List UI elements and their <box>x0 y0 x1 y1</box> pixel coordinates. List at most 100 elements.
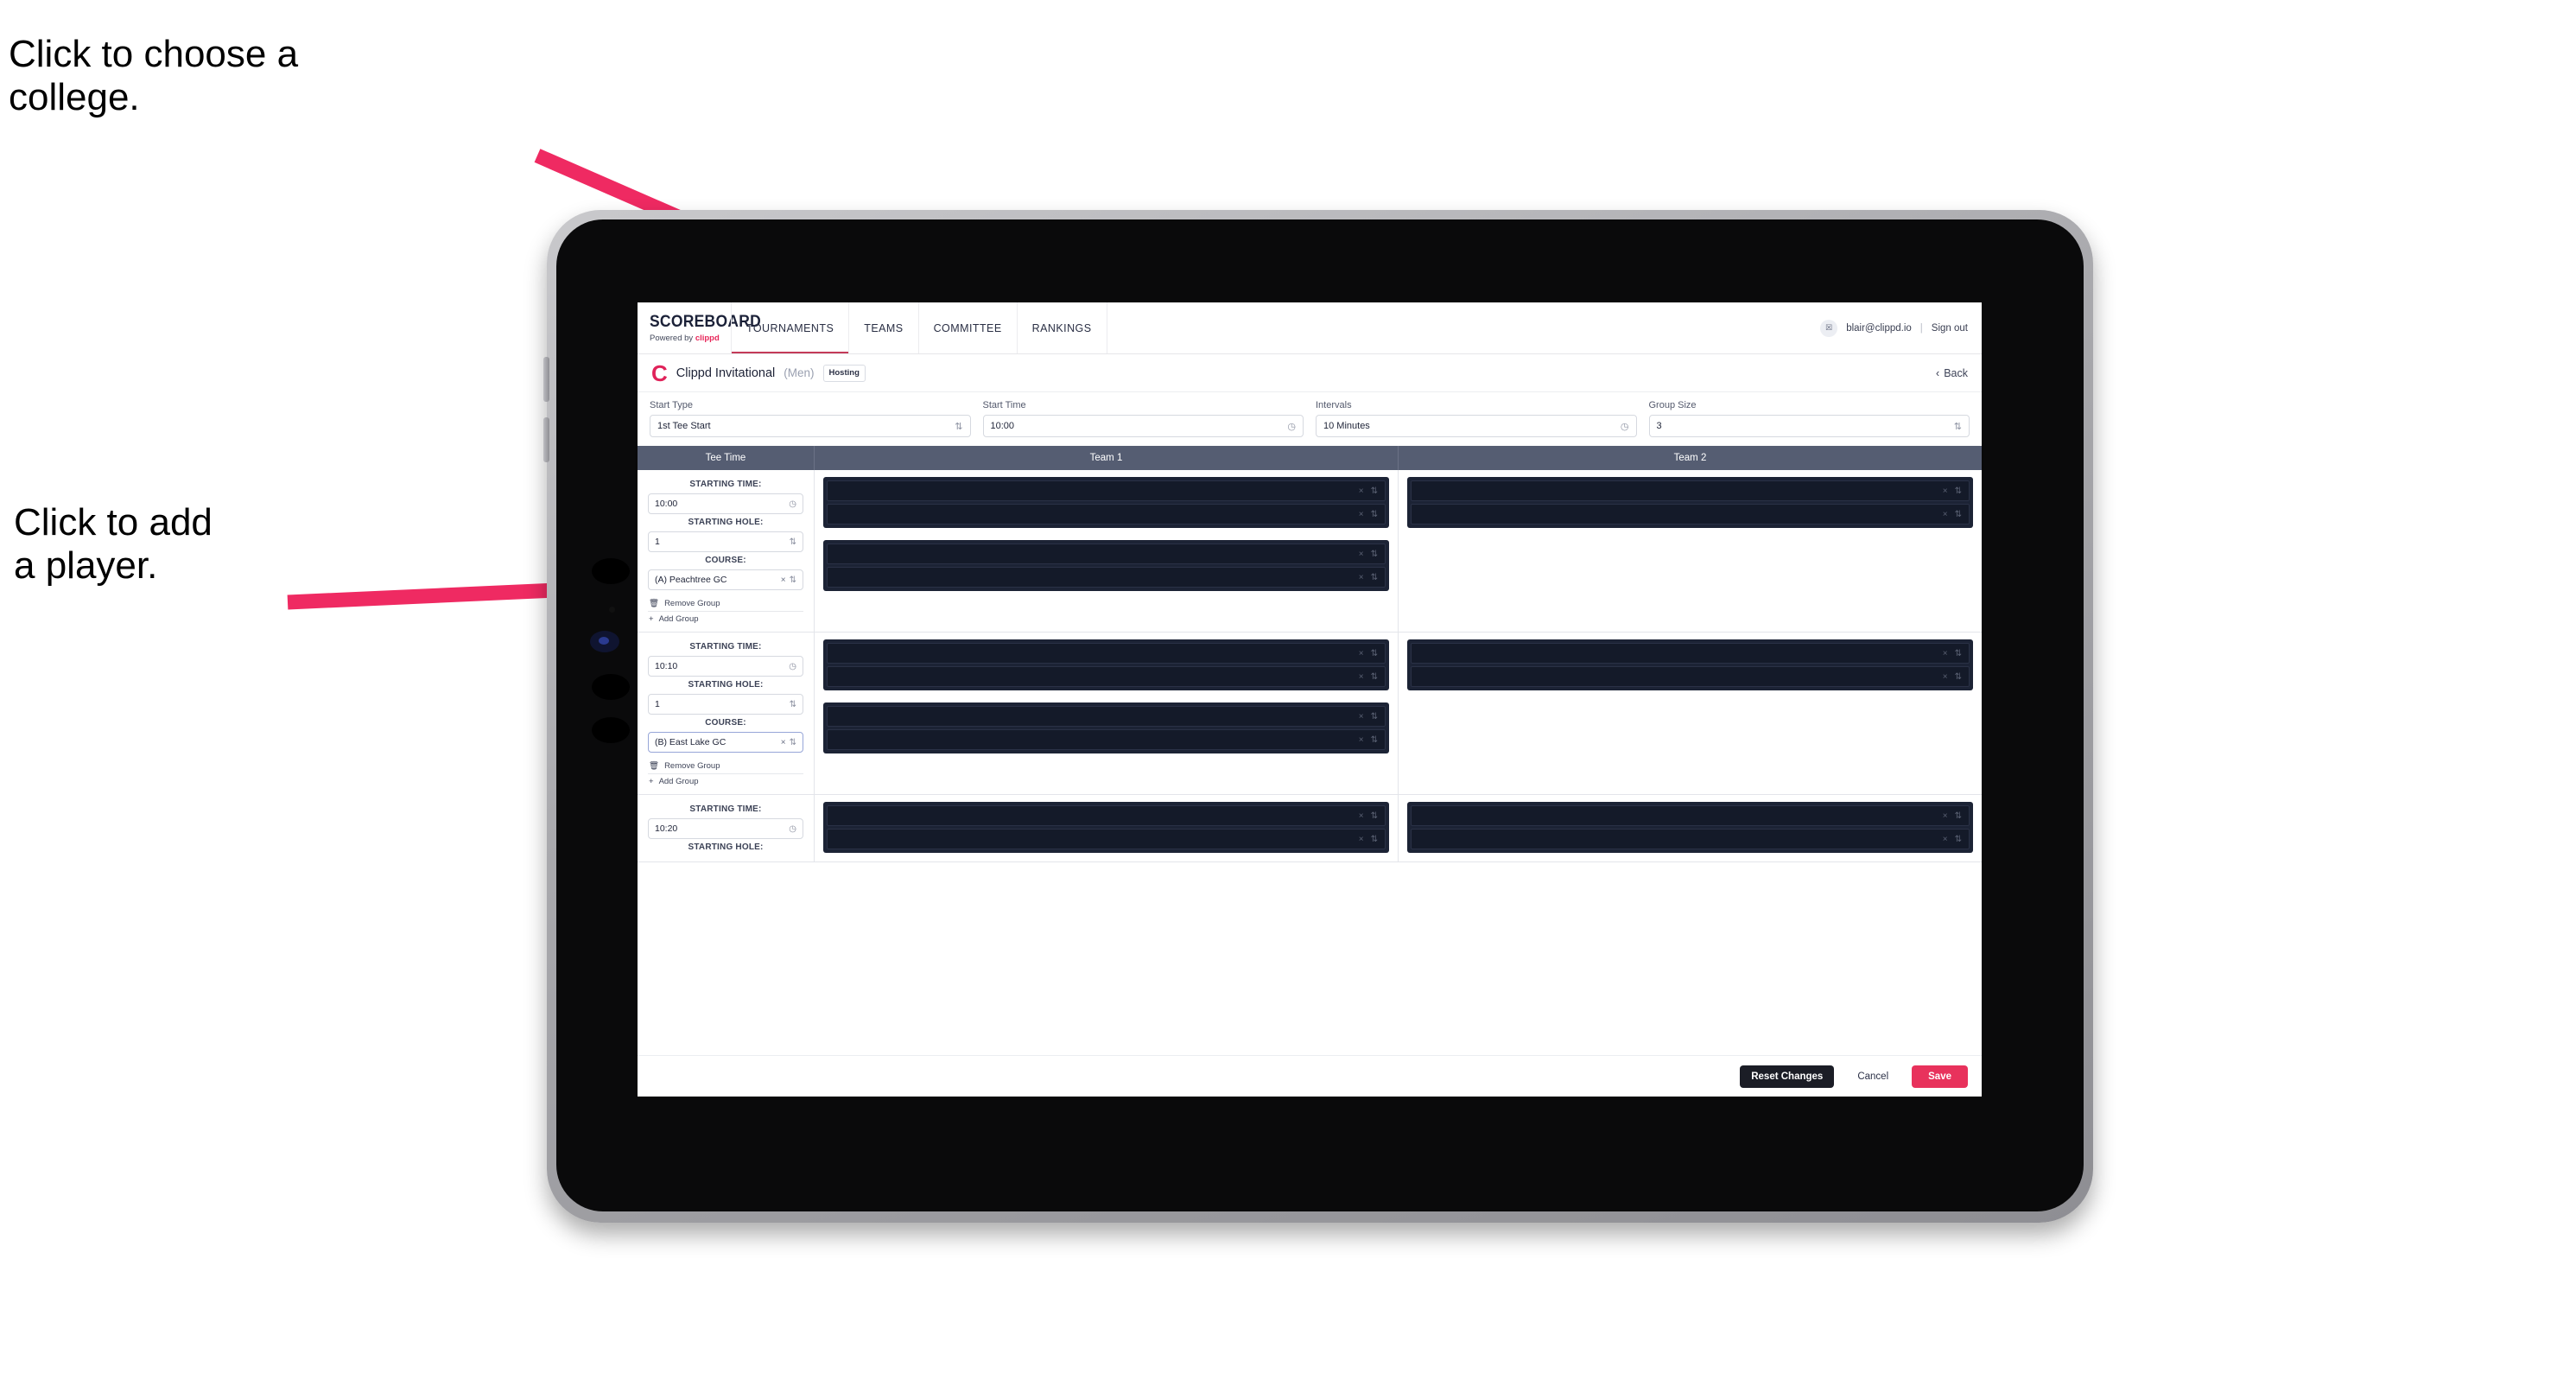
sign-out-link[interactable]: Sign out <box>1932 323 1968 334</box>
stepper-icon-2: ⇅ <box>1953 421 1962 432</box>
starting-hole-stepper[interactable]: 1 ⇅ <box>648 531 803 552</box>
player-slot[interactable]: × ⇅ <box>827 504 1386 525</box>
stepper-icon[interactable]: ⇅ <box>1371 510 1378 519</box>
player-slot[interactable]: × ⇅ <box>827 805 1386 826</box>
save-button[interactable]: Save <box>1912 1065 1968 1088</box>
clear-player-icon[interactable]: × <box>1359 550 1364 559</box>
clear-player-icon[interactable]: × <box>1359 735 1364 745</box>
nav-tab-teams[interactable]: TEAMS <box>849 302 919 353</box>
nav-tab-tournaments[interactable]: TOURNAMENTS <box>731 302 850 353</box>
start-type-select[interactable]: 1st Tee Start ⇅ <box>650 415 971 437</box>
starting-time-input[interactable]: 10:20 ◷ <box>648 818 803 839</box>
player-slot[interactable]: × ⇅ <box>827 729 1386 750</box>
player-slot[interactable]: × ⇅ <box>1411 643 1970 664</box>
stepper-icon[interactable]: ⇅ <box>1955 510 1962 519</box>
stepper-icon[interactable]: ⇅ <box>1371 811 1378 821</box>
player-slot[interactable]: × ⇅ <box>827 480 1386 501</box>
remove-group-button[interactable]: 🗑 Remove Group <box>648 759 803 774</box>
top-navigation-bar: SCOREBOARD Powered by clippd TOURNAMENTS… <box>638 302 1982 354</box>
player-slot[interactable]: × ⇅ <box>827 643 1386 664</box>
course-select[interactable]: (A) Peachtree GC × ⇅ <box>648 569 803 590</box>
stepper-icon[interactable]: ⇅ <box>1371 712 1378 722</box>
start-time-input[interactable]: 10:00 ◷ <box>982 415 1304 437</box>
starting-time-label: STARTING TIME: <box>689 642 762 652</box>
stepper-icon[interactable]: ⇅ <box>1955 649 1962 658</box>
clear-player-icon[interactable]: × <box>1359 649 1364 658</box>
player-slot[interactable]: × ⇅ <box>1411 666 1970 687</box>
stepper-icon: ⇅ <box>955 421 963 432</box>
nav-tab-rankings[interactable]: RANKINGS <box>1018 302 1107 353</box>
user-avatar-icon[interactable]: ☒ <box>1820 319 1838 337</box>
player-group-panel: × ⇅ × ⇅ <box>823 540 1389 591</box>
player-slot[interactable]: × ⇅ <box>827 544 1386 564</box>
intervals-label: Intervals <box>1316 400 1352 410</box>
reset-changes-button[interactable]: Reset Changes <box>1740 1065 1835 1088</box>
clear-player-icon[interactable]: × <box>1943 649 1948 658</box>
stepper-icon[interactable]: ⇅ <box>1371 573 1378 582</box>
stepper-icon[interactable]: ⇅ <box>1955 486 1962 496</box>
stepper-icon[interactable]: ⇅ <box>1371 672 1378 682</box>
course-select[interactable]: (B) East Lake GC × ⇅ <box>648 732 803 753</box>
cancel-button[interactable]: Cancel <box>1846 1065 1900 1088</box>
stepper-icon[interactable]: ⇅ <box>1955 811 1962 821</box>
clear-player-icon[interactable]: × <box>1359 573 1364 582</box>
clear-player-icon[interactable]: × <box>1943 672 1948 682</box>
intervals-input[interactable]: 10 Minutes ◷ <box>1316 415 1637 437</box>
clear-course-icon[interactable]: × <box>781 575 786 585</box>
add-group-button[interactable]: + Add Group <box>648 612 803 626</box>
brand-logo[interactable]: SCOREBOARD Powered by clippd <box>638 302 762 353</box>
stepper-icon[interactable]: ⇅ <box>1955 672 1962 682</box>
group-actions: 🗑 Remove Group + Add Group <box>648 596 803 626</box>
schedule-controls-row: Start Type 1st Tee Start ⇅ Start Time 10… <box>638 392 1982 446</box>
tablet-volume-down-button[interactable] <box>543 417 549 462</box>
player-slot[interactable]: × ⇅ <box>1411 829 1970 849</box>
player-group-panel: × ⇅ × ⇅ <box>1407 639 1973 690</box>
group-size-stepper[interactable]: 3 ⇅ <box>1648 415 1970 437</box>
stepper-icon[interactable]: ⇅ <box>1371 649 1378 658</box>
starting-time-label: STARTING TIME: <box>689 480 762 489</box>
clear-player-icon[interactable]: × <box>1359 672 1364 682</box>
stepper-icon[interactable]: ⇅ <box>1955 835 1962 844</box>
add-group-label: Add Group <box>658 777 699 786</box>
tee-time-group-row: STARTING TIME: 10:10 ◷ STARTING HOLE: 1 ⇅ COUR… <box>638 633 1982 795</box>
stepper-icon: ⇅ <box>789 737 796 747</box>
clear-player-icon[interactable]: × <box>1943 811 1948 821</box>
player-group-panel: × ⇅ × ⇅ <box>1407 477 1973 528</box>
stepper-icon[interactable]: ⇅ <box>1371 735 1378 745</box>
starting-time-input[interactable]: 10:10 ◷ <box>648 656 803 677</box>
nav-tab-committee[interactable]: COMMITTEE <box>919 302 1018 353</box>
remove-group-button[interactable]: 🗑 Remove Group <box>648 596 803 612</box>
player-slot[interactable]: × ⇅ <box>1411 480 1970 501</box>
tee-sheet-body[interactable]: STARTING TIME: 10:00 ◷ STARTING HOLE: 1 ⇅ COUR… <box>638 470 1982 1088</box>
starting-hole-stepper[interactable]: 1 ⇅ <box>648 694 803 715</box>
stepper-icon[interactable]: ⇅ <box>1371 486 1378 496</box>
clear-player-icon[interactable]: × <box>1359 486 1364 496</box>
column-header-team2: Team 2 <box>1673 453 1707 463</box>
clear-course-icon[interactable]: × <box>781 738 786 747</box>
tablet-volume-up-button[interactable] <box>543 357 549 402</box>
tee-time-cell: STARTING TIME: 10:00 ◷ STARTING HOLE: 1 ⇅ COUR… <box>638 470 815 632</box>
brand-name-text: SCOREBOARD <box>650 313 762 331</box>
clear-player-icon[interactable]: × <box>1359 835 1364 844</box>
clear-player-icon[interactable]: × <box>1359 811 1364 821</box>
player-slot[interactable]: × ⇅ <box>1411 805 1970 826</box>
player-slot[interactable]: × ⇅ <box>1411 504 1970 525</box>
group-actions: 🗑 Remove Group + Add Group <box>648 759 803 789</box>
starting-time-input[interactable]: 10:00 ◷ <box>648 493 803 514</box>
player-slot[interactable]: × ⇅ <box>827 666 1386 687</box>
clear-player-icon[interactable]: × <box>1359 510 1364 519</box>
stepper-icon[interactable]: ⇅ <box>1371 550 1378 559</box>
annotation-add-player: Click to add a player. <box>14 501 213 587</box>
stepper-icon: ⇅ <box>789 699 796 709</box>
player-slot[interactable]: × ⇅ <box>827 829 1386 849</box>
player-slot[interactable]: × ⇅ <box>827 706 1386 727</box>
player-group-panel: × ⇅ × ⇅ <box>1407 802 1973 853</box>
clear-player-icon[interactable]: × <box>1943 486 1948 496</box>
clear-player-icon[interactable]: × <box>1943 835 1948 844</box>
player-slot[interactable]: × ⇅ <box>827 567 1386 588</box>
back-button[interactable]: ‹ Back <box>1936 367 1968 379</box>
stepper-icon[interactable]: ⇅ <box>1371 835 1378 844</box>
clear-player-icon[interactable]: × <box>1943 510 1948 519</box>
clear-player-icon[interactable]: × <box>1359 712 1364 722</box>
add-group-button[interactable]: + Add Group <box>648 774 803 789</box>
